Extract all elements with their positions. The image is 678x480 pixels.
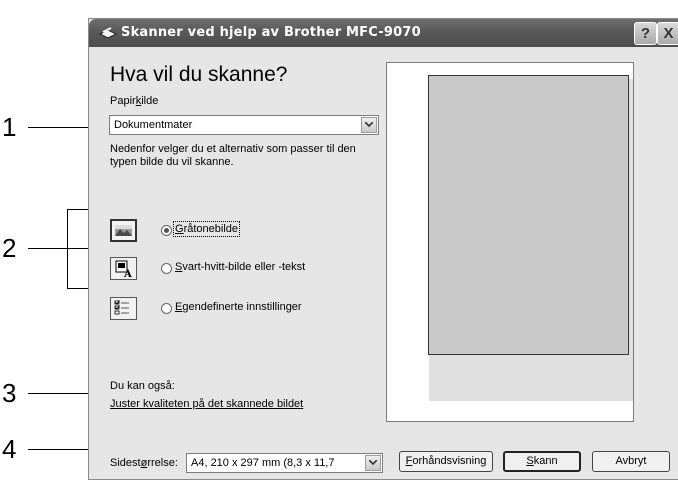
chevron-down-icon[interactable] (365, 455, 381, 471)
title-bar: Skanner ved hjelp av Brother MFC-9070 ? … (89, 19, 678, 47)
help-button[interactable]: ? (634, 22, 657, 45)
scan-button[interactable]: Skann (503, 451, 581, 472)
scanner-icon (98, 25, 118, 41)
black-white-option-label[interactable]: Svart-hvitt-bilde eller -tekst (175, 261, 305, 273)
page-title: Hva vil du skanne? (110, 63, 288, 86)
also-text: Du kan også: (110, 380, 175, 392)
grayscale-option-label[interactable]: Gråtonebilde (173, 221, 240, 237)
preview-page (428, 75, 629, 355)
callout-2-line (28, 248, 67, 249)
page-size-value: A4, 210 x 297 mm (8,3 x 11,7 (191, 457, 335, 469)
page-size-label: Sidestørrelse: (110, 457, 178, 469)
grayscale-picture-icon[interactable] (110, 219, 137, 242)
custom-settings-option-label[interactable]: Egendefinerte innstillinger (175, 301, 302, 313)
black-white-text-icon[interactable]: A (110, 257, 137, 280)
paper-source-select[interactable]: Dokumentmater (109, 115, 379, 135)
paper-source-label: Papirkilde (110, 95, 159, 107)
close-button[interactable]: X (657, 22, 678, 45)
paper-source-value: Dokumentmater (114, 119, 193, 131)
preview-button[interactable]: Forhåndsvisning (399, 451, 493, 472)
window-title: Skanner ved hjelp av Brother MFC-9070 (121, 25, 421, 40)
callout-3: 3 (2, 378, 17, 408)
adjust-quality-link[interactable]: Juster kvaliteten på det skannede bildet (110, 398, 303, 410)
cancel-button[interactable]: Avbryt (592, 451, 670, 472)
callout-4: 4 (2, 434, 17, 464)
svg-text:A: A (123, 269, 132, 279)
custom-settings-icon[interactable] (110, 297, 137, 320)
preview-pane (386, 62, 634, 422)
grayscale-radio[interactable] (161, 225, 172, 236)
black-white-radio[interactable] (161, 263, 172, 274)
callout-1: 1 (2, 112, 17, 142)
custom-settings-radio[interactable] (161, 303, 172, 314)
chevron-down-icon[interactable] (361, 117, 377, 133)
page-size-select[interactable]: A4, 210 x 297 mm (8,3 x 11,7 (186, 453, 383, 473)
dialog-content: Hva vil du skanne? Papirkilde Dokumentma… (89, 47, 678, 479)
scanner-dialog: Skanner ved hjelp av Brother MFC-9070 ? … (88, 18, 678, 480)
callout-2: 2 (2, 233, 17, 263)
instruction-text: Nedenfor velger du et alternativ som pas… (110, 143, 356, 168)
